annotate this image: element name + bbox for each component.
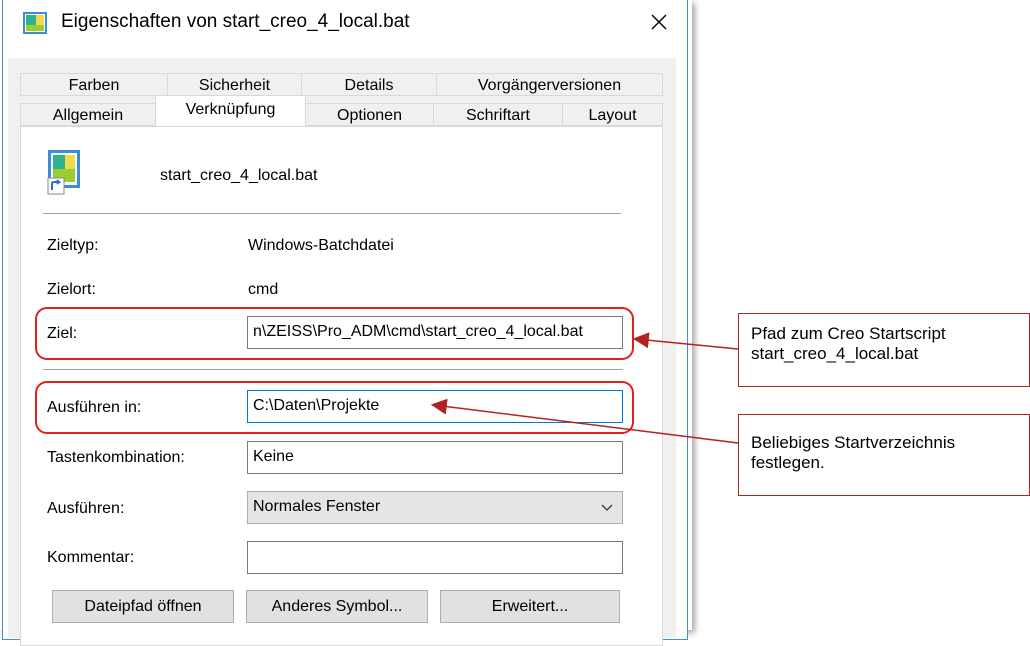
annotation-ausfuehren-in-line2: festlegen. <box>751 453 825 472</box>
annotation-ziel-line2: start_creo_4_local.bat <box>751 344 919 363</box>
arrow-to-ausfuehren-in <box>430 398 739 444</box>
annotation-ausfuehren-in-line1: Beliebiges Startverzeichnis <box>751 433 956 452</box>
annotation-ausfuehren-in: Beliebiges Startverzeichnis festlegen. <box>738 414 1030 496</box>
arrow-to-ziel <box>632 332 739 350</box>
annotation-ziel: Pfad zum Creo Startscript start_creo_4_l… <box>738 313 1030 387</box>
annotation-ziel-line1: Pfad zum Creo Startscript <box>751 324 946 343</box>
